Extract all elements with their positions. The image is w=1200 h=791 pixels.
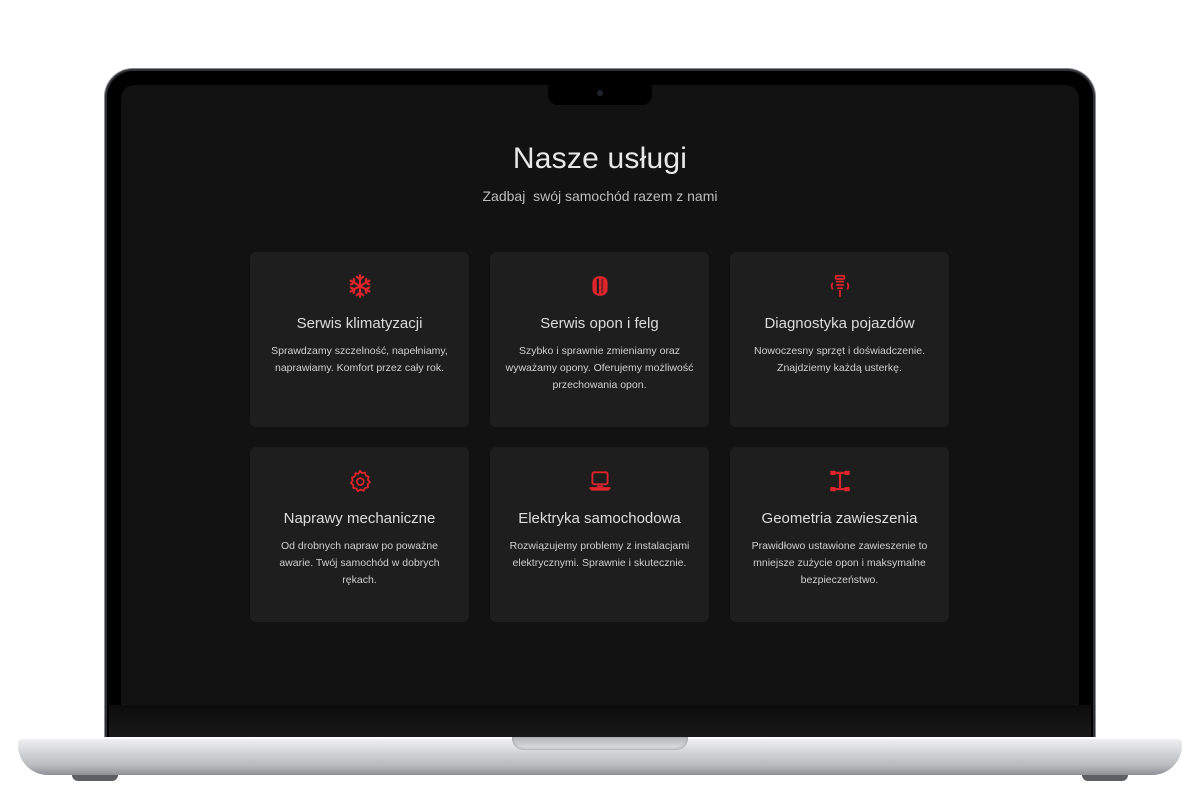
diagnostics-icon — [740, 272, 939, 300]
service-description: Nowoczesny sprzęt i doświadczenie. Znajd… — [754, 345, 925, 374]
service-card-electrical[interactable]: Elektryka samochodowa Rozwiązujemy probl… — [490, 447, 709, 622]
service-title: Geometria zawieszenia — [761, 510, 918, 527]
service-card-air-conditioning[interactable]: Serwis klimatyzacji Sprawdzamy szczelnoś… — [250, 252, 469, 427]
service-description: Sprawdzamy szczelność, napełniamy, napra… — [271, 345, 448, 374]
service-card-mechanical[interactable]: Naprawy mechaniczne Od drobnych napraw p… — [250, 447, 469, 622]
tire-icon — [500, 272, 699, 300]
service-title: Serwis klimatyzacji — [296, 315, 423, 332]
camera-icon — [597, 90, 603, 96]
service-description: Szybko i sprawnie zmieniamy oraz wyważam… — [505, 345, 694, 391]
laptop-opening-groove — [512, 737, 688, 750]
laptop-foot-left — [72, 775, 118, 781]
service-card-suspension[interactable]: Geometria zawieszenia Prawidłowo ustawio… — [730, 447, 949, 622]
laptop-bottom-bezel — [109, 705, 1091, 741]
page-title: Nasze usługi — [512, 142, 688, 175]
service-description: Prawidłowo ustawione zawieszenie to mnie… — [751, 540, 928, 586]
service-card-tires[interactable]: Serwis opon i felg Szybko i sprawnie zmi… — [490, 252, 709, 427]
service-title: Diagnostyka pojazdów — [764, 315, 915, 332]
laptop-foot-right — [1082, 775, 1128, 781]
services-grid: Serwis klimatyzacji Sprawdzamy szczelnoś… — [250, 252, 949, 622]
service-description: Rozwiązujemy problemy z instalacjami ele… — [509, 540, 690, 569]
snowflake-icon — [260, 272, 459, 300]
laptop-screen: Nasze usługi Zadbaj swój samochód razem … — [121, 85, 1079, 705]
service-card-diagnostics[interactable]: Diagnostyka pojazdów Nowoczesny sprzęt i… — [730, 252, 949, 427]
service-title: Naprawy mechaniczne — [283, 510, 436, 527]
service-description: Od drobnych napraw po poważne awarie. Tw… — [279, 540, 440, 586]
page-subtitle: Zadbaj swój samochód razem z nami — [482, 188, 718, 204]
gear-icon — [260, 467, 459, 495]
laptop-mockup: Nasze usługi Zadbaj swój samochód razem … — [0, 0, 1200, 791]
service-title: Elektryka samochodowa — [518, 510, 681, 527]
service-title: Serwis opon i felg — [540, 315, 659, 332]
suspension-icon — [740, 467, 939, 495]
laptop-icon — [500, 467, 699, 495]
